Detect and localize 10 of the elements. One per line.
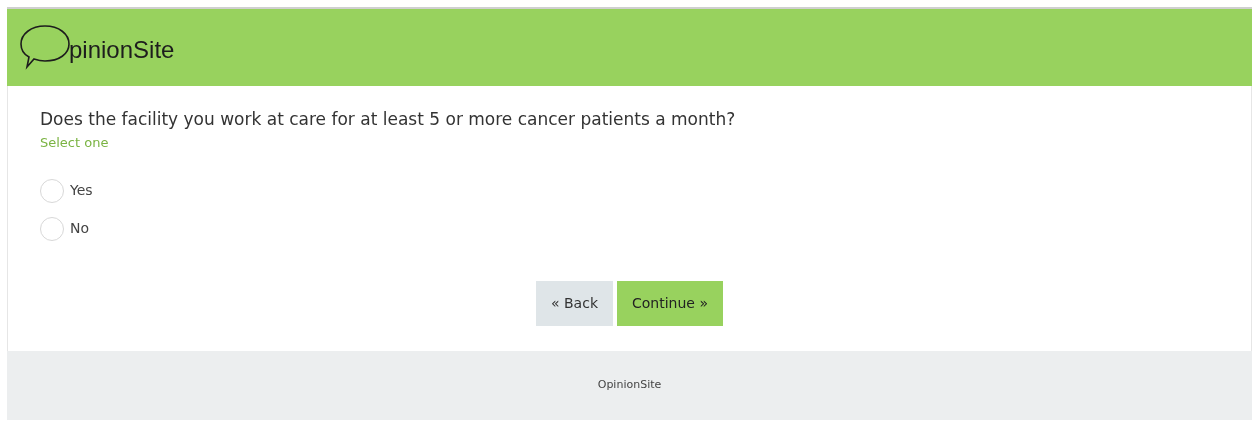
radio-button[interactable] [40, 178, 64, 203]
option-label[interactable]: No [70, 218, 90, 239]
radio-button[interactable] [40, 216, 64, 241]
hint-text: Select one [40, 134, 110, 152]
option-label[interactable]: Yes [70, 180, 93, 201]
logo-text: pinionSite [69, 34, 175, 65]
question-text: Does the facility you work at care for at least 5 or more cancer patients a month? [40, 108, 737, 130]
continue-button[interactable]: Continue » [617, 280, 723, 326]
footer-text: OpinionSite [597, 376, 662, 393]
back-button[interactable]: « Back [536, 280, 613, 326]
